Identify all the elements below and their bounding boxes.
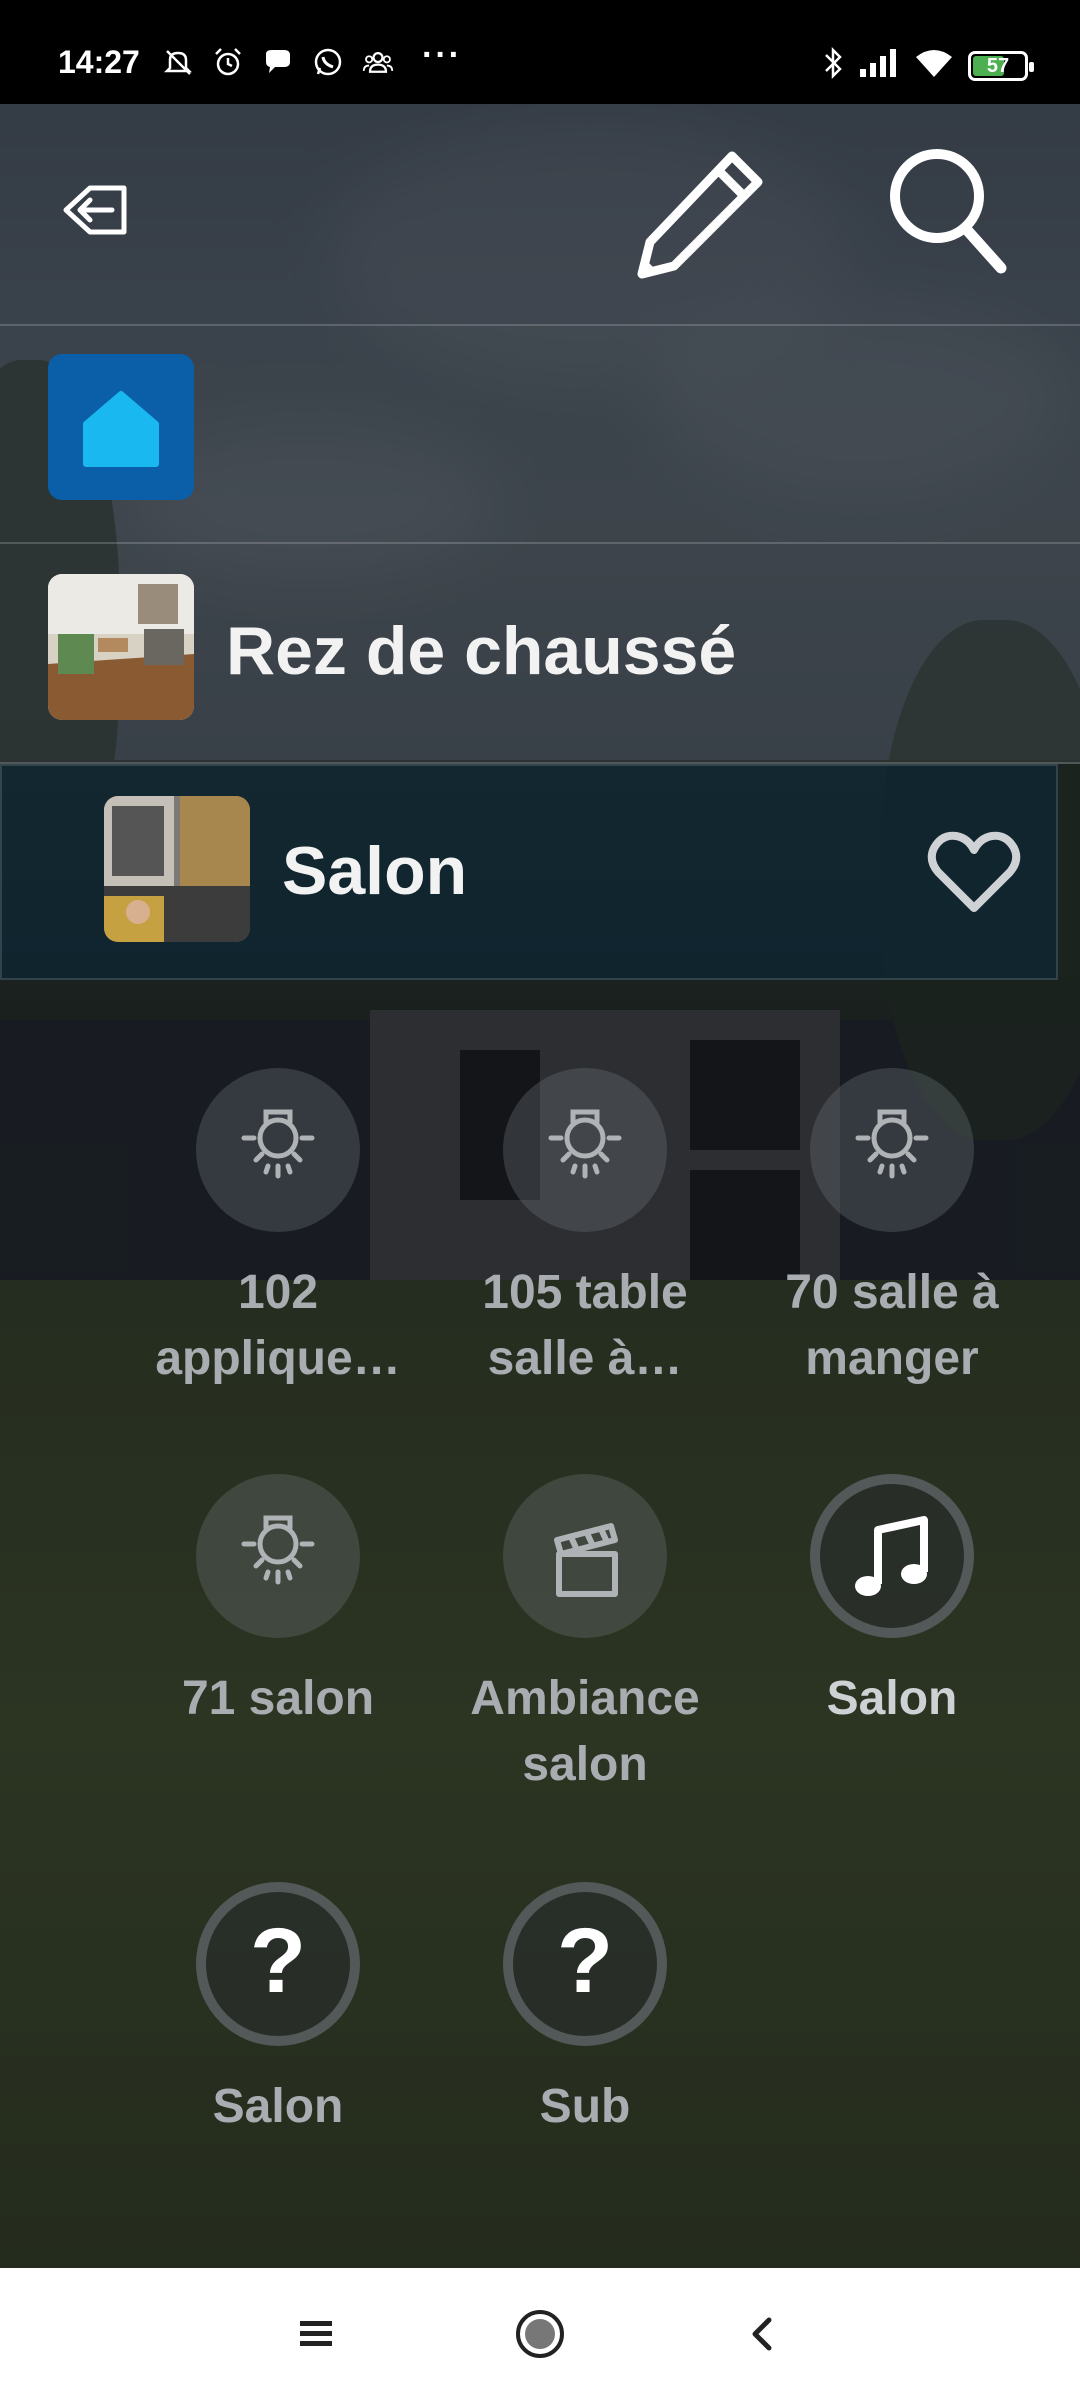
device-label: 105 table salle à… <box>482 1266 688 1385</box>
system-nav-bar <box>0 2268 1080 2400</box>
music-note-icon <box>855 1516 928 1596</box>
muted-bell-icon <box>162 46 194 78</box>
room-row-selected[interactable]: Salon <box>0 764 1058 980</box>
battery-level: 57 <box>986 54 1010 77</box>
device-button[interactable] <box>196 1474 360 1638</box>
device-salon-unknown[interactable]: ? Salon <box>148 1882 408 2140</box>
svg-text:?: ? <box>557 1910 613 2012</box>
device-button[interactable]: ? <box>196 1882 360 2046</box>
wifi-icon <box>914 47 954 84</box>
device-button[interactable] <box>196 1068 360 1232</box>
home-tile[interactable] <box>48 354 194 500</box>
floor-row[interactable]: Rez de chaussé <box>0 544 1080 764</box>
whatsapp-icon <box>312 46 344 78</box>
home-circle-icon[interactable] <box>500 2298 580 2370</box>
menu-icon[interactable] <box>276 2298 356 2370</box>
back-chevron-icon[interactable] <box>722 2298 802 2370</box>
notification-icons: ··· <box>162 36 462 78</box>
device-label: 70 salle à manger <box>785 1266 999 1385</box>
room-thumbnail <box>104 796 250 942</box>
device-sub[interactable]: ? Sub <box>455 1882 715 2140</box>
device-71-salon[interactable]: 71 salon <box>148 1474 408 1732</box>
question-mark-icon: ? <box>250 1910 306 2012</box>
device-button[interactable] <box>810 1068 974 1232</box>
device-button[interactable] <box>503 1068 667 1232</box>
home-icon <box>83 391 159 467</box>
device-label: Salon <box>212 2080 344 2133</box>
pencil-icon[interactable] <box>630 144 770 284</box>
chat-bubble-icon <box>262 46 294 78</box>
device-button[interactable] <box>810 1474 974 1638</box>
device-label: Sub <box>539 2080 631 2133</box>
status-time: 14:27 <box>58 44 140 80</box>
device-button[interactable]: ? <box>503 1882 667 2046</box>
device-70-salle-a-manger[interactable]: 70 salle à manger <box>762 1068 1022 1392</box>
home-row[interactable] <box>0 326 1080 544</box>
exit-home-icon[interactable] <box>60 180 132 240</box>
status-bar: 14:27 ··· 57 <box>0 0 1080 104</box>
battery-icon: 57 <box>968 50 1034 81</box>
lightbulb-icon <box>241 1515 315 1585</box>
device-label: 102 applique… <box>155 1266 401 1385</box>
floor-thumbnail <box>48 574 194 720</box>
svg-text:?: ? <box>250 1910 306 2012</box>
device-salon-audio[interactable]: Salon <box>762 1474 1022 1732</box>
device-ambiance-salon[interactable]: Ambiance salon <box>455 1474 715 1798</box>
lightbulb-icon <box>241 1109 315 1179</box>
heart-outline-icon[interactable] <box>926 828 1022 918</box>
top-app-bar <box>0 104 1080 326</box>
device-label: 71 salon <box>181 1672 375 1725</box>
signal-icon <box>858 47 900 84</box>
device-105-table-salle[interactable]: 105 table salle à… <box>455 1068 715 1392</box>
device-label: Ambiance salon <box>470 1672 700 1791</box>
lightbulb-icon <box>855 1109 929 1179</box>
lightbulb-icon <box>548 1109 622 1179</box>
group-icon <box>362 46 394 78</box>
device-102-applique[interactable]: 102 applique… <box>148 1068 408 1392</box>
alarm-icon <box>212 46 244 78</box>
device-button[interactable] <box>503 1474 667 1638</box>
bluetooth-icon <box>822 46 844 85</box>
question-mark-icon: ? <box>557 1910 613 2012</box>
more-notifications: ··· <box>422 35 462 74</box>
room-name: Salon <box>282 833 468 909</box>
clapperboard-icon <box>554 1523 618 1597</box>
search-icon[interactable] <box>885 144 1015 284</box>
device-label: Salon <box>826 1672 958 1725</box>
floor-name: Rez de chaussé <box>226 613 737 689</box>
